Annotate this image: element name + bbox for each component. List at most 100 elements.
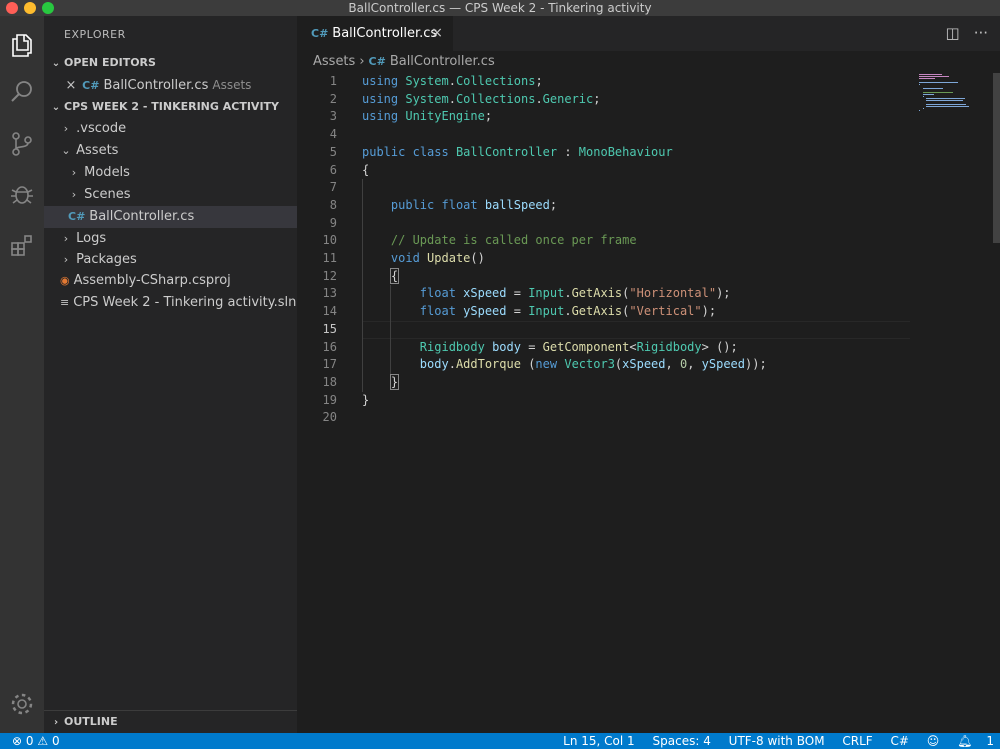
debug-icon[interactable] [8,180,36,208]
line-number: 13 [322,286,337,301]
warning-icon: ⚠ [37,734,49,748]
line-number: 10 [322,233,337,248]
code-line[interactable]: 14 float ySpeed = Input.GetAxis("Vertica… [297,303,917,321]
code-text: } [389,373,400,390]
minimap-line [922,94,935,95]
line-number: 3 [329,109,337,124]
breadcrumb: Assets › C# BallController.cs [297,51,1000,73]
split-editor-icon[interactable]: ◫ [946,24,960,42]
breadcrumb-assets[interactable]: Assets [313,54,355,69]
code-line[interactable]: 13 float xSpeed = Input.GetAxis("Horizon… [297,285,917,303]
feedback-smiley-icon[interactable]: ☺ [927,734,940,748]
breadcrumb-file[interactable]: BallController.cs [390,54,495,69]
line-number: 8 [329,197,337,212]
rss-icon: ◉ [60,274,70,287]
minimap-line [919,74,942,75]
minimap[interactable] [917,73,993,113]
code-line[interactable]: 9 [297,215,917,233]
scrollbar-thumb[interactable] [993,73,1000,243]
line-number: 1 [329,74,337,88]
code-line[interactable]: 7 [297,179,917,197]
code-text: float xSpeed = Input.GetAxis("Horizontal… [419,286,731,301]
chevron-right-icon: › [71,188,77,201]
minimap-line [919,84,920,85]
workspace-section[interactable]: ⌄ CPS WEEK 2 - TINKERING ACTIVITY [44,96,297,118]
code-line[interactable]: 3 using UnityEngine; [297,108,917,126]
encoding[interactable]: UTF-8 with BOM [729,734,825,748]
files-icon[interactable] [8,30,36,58]
code-line[interactable]: 12 { [297,267,917,286]
code-editor[interactable]: 1 using System.Collections; 2 using System.… [297,73,917,733]
chevron-down-icon: ⌄ [51,102,61,113]
code-text: // Update is called once per frame [390,233,637,248]
code-line[interactable]: 20 [297,409,917,427]
chevron-right-icon: › [53,717,59,728]
error-icon: ⊗ [12,734,23,748]
line-number: 18 [322,374,337,389]
tree-item-ballcontroller[interactable]: C# BallController.cs [44,206,297,228]
language-mode[interactable]: C# [891,734,909,748]
vertical-scrollbar[interactable] [993,73,1000,733]
line-number: 17 [322,357,337,372]
code-line[interactable]: 17 body.AddTorque (new Vector3(xSpeed, 0… [297,356,917,374]
tree-item-vscode[interactable]: › .vscode [44,118,297,140]
tree-item-assets[interactable]: ⌄ Assets [44,140,297,162]
settings-gear-icon[interactable] [8,690,36,718]
code-line[interactable]: 5 public class BallController : MonoBehav… [297,144,917,162]
code-line[interactable]: 19} [297,392,917,410]
source-control-icon[interactable] [8,130,36,158]
tree-item-packages[interactable]: › Packages [44,249,297,271]
line-number: 14 [322,304,337,319]
code-line[interactable]: 10 // Update is called once per frame [297,232,917,250]
indentation[interactable]: Spaces: 4 [653,734,711,748]
code-text: } [362,392,370,407]
window-title: BallController.cs — CPS Week 2 - Tinkeri… [348,1,652,15]
line-number: 11 [322,251,337,265]
tree-item-scenes[interactable]: › Scenes [44,184,297,206]
chevron-right-icon: › [63,253,69,266]
line-number: 2 [329,91,337,106]
minimap-line [922,96,924,97]
code-text: using UnityEngine; [362,109,493,124]
code-line[interactable]: 8 public float ballSpeed; [297,197,917,215]
chevron-right-icon: › [71,166,77,179]
code-line[interactable]: 2 using System.Collections.Generic; [297,91,917,109]
tab-ballcontroller[interactable]: C# BallController.cs × [297,16,453,51]
tree-item-csproj[interactable]: ◉ Assembly-CSharp.csproj [44,270,297,292]
chevron-right-icon: › [63,232,69,245]
search-icon[interactable] [8,78,36,106]
code-line[interactable]: 18 } [297,373,917,392]
chevron-down-icon: ⌄ [61,144,71,157]
code-line[interactable]: 6{ [297,162,917,180]
close-editor-icon[interactable]: × [64,75,78,97]
code-text: public class BallController : MonoBehavi… [362,144,673,159]
list-icon: ≡ [60,296,70,309]
code-line[interactable]: 16 Rigidbody body = GetComponent<Rigidbo… [297,339,917,357]
code-line[interactable]: 15 [297,321,917,339]
code-text: Rigidbody body = GetComponent<Rigidbody>… [419,339,738,354]
more-actions-icon[interactable]: ··· [974,24,988,42]
minimap-line [919,82,958,83]
explorer-title: EXPLORER [64,28,126,41]
outline-section[interactable]: › OUTLINE [44,710,297,734]
open-editors-section[interactable]: ⌄ OPEN EDITORS [44,52,297,74]
notifications-bell-icon[interactable]: 🔔︎ 1 [957,734,994,748]
open-editor-item[interactable]: × C# BallController.cs Assets [44,74,297,96]
minimap-line [926,104,966,105]
code-line[interactable]: 11 void Update() [297,250,917,268]
line-number: 4 [329,127,337,142]
close-tab-icon[interactable]: × [431,16,443,51]
end-of-line[interactable]: CRLF [842,734,872,748]
minimap-line [926,98,965,99]
tree-item-sln[interactable]: ≡ CPS Week 2 - Tinkering activity.sln [44,292,297,314]
tree-item-logs[interactable]: › Logs [44,228,297,250]
code-text: { [362,162,370,177]
minimap-line [922,92,954,93]
csharp-icon: C# [311,27,329,40]
extensions-icon[interactable] [8,232,36,260]
code-line[interactable]: 1 using System.Collections; [297,73,917,91]
tree-item-models[interactable]: › Models [44,162,297,184]
cursor-position[interactable]: Ln 15, Col 1 [563,734,635,748]
problems-indicator[interactable]: ⊗ 0 ⚠ 0 [12,733,60,749]
code-line[interactable]: 4 [297,126,917,144]
